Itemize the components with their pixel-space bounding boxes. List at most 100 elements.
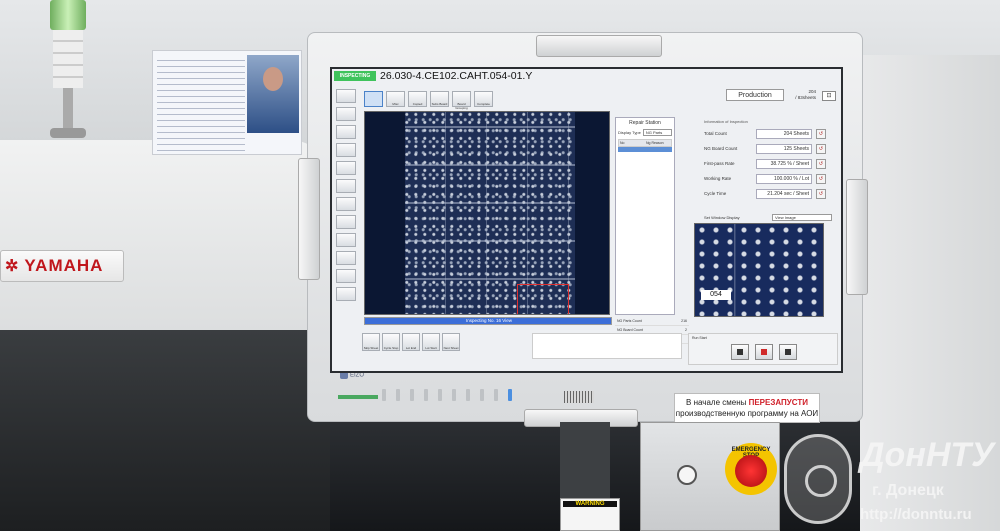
stat-value: 38.725 % / Sheet (756, 158, 812, 169)
top-tool-2[interactable]: Misc (386, 91, 405, 107)
lot-end-button[interactable]: Lot End (402, 333, 420, 351)
white-push-button[interactable] (677, 465, 697, 485)
control-panel-box: EMERGENCY STOP (640, 422, 780, 531)
stat-cycle-time: Cycle Time 21.204 sec / Sheet ↺ (704, 186, 834, 201)
green-lamp (50, 0, 86, 30)
watermark-city: г. Донецк (872, 482, 944, 499)
stats-title: Information of Inspection (704, 119, 748, 124)
info-value: 2 (685, 328, 687, 332)
display-type-row: Display Type NG Parts (616, 128, 674, 137)
ng-col-name: Ng Reason (646, 141, 664, 145)
tool-button-7[interactable] (336, 197, 356, 211)
tool-button-8[interactable] (336, 215, 356, 229)
reset-icon[interactable]: ↺ (816, 143, 826, 154)
stat-label: Cycle Time (704, 191, 727, 196)
bottom-button-bar: Skip Sheet Cycle Stop Lot End Lot Start … (362, 333, 460, 351)
reset-icon[interactable]: ↺ (816, 188, 826, 199)
ng-list-selected-row[interactable] (618, 147, 672, 152)
monitor-control-buttons[interactable] (382, 389, 512, 401)
tool-button-6[interactable] (336, 179, 356, 193)
poster-portrait-photo (247, 55, 299, 133)
monitor-button[interactable] (480, 389, 484, 401)
mode-indicator: Production (726, 89, 784, 101)
top-tool-6[interactable]: Complete (474, 91, 493, 107)
speaker-grill (564, 391, 594, 403)
wall-poster (152, 50, 302, 155)
info-value: 216 (681, 319, 687, 323)
abort-icon[interactable] (755, 344, 773, 360)
sheet-counter: 204 / 83sheets (786, 89, 816, 103)
tool-button-4[interactable] (336, 143, 356, 157)
stat-label: NG Board Count (704, 146, 738, 151)
tool-button-2[interactable] (336, 107, 356, 121)
top-tool-3[interactable]: Copied (408, 91, 427, 107)
pcb-image-view[interactable] (364, 111, 610, 315)
reset-icon[interactable]: ↺ (816, 128, 826, 139)
component-closeup-view[interactable]: 054 (694, 223, 824, 317)
top-tool-1[interactable] (364, 91, 383, 107)
repair-station-panel: Repair Station Display Type NG Parts No … (615, 117, 675, 315)
pause-icon[interactable] (779, 344, 797, 360)
info-row: NG Parts Count 216 (615, 317, 689, 326)
run-control-area: Run Start (688, 333, 838, 365)
stat-working-rate: Working Rate 100.000 % / Lot ↺ (704, 171, 834, 186)
emergency-stop-button[interactable] (735, 455, 767, 487)
repair-station-title: Repair Station (629, 120, 661, 126)
sheet-count-unit: / 83sheets (795, 95, 816, 100)
skip-sheet-button[interactable]: Skip Sheet (362, 333, 380, 351)
next-sheet-button[interactable]: Next Sheet (442, 333, 460, 351)
signal-tower-pole (63, 88, 73, 128)
reset-icon[interactable]: ↺ (816, 173, 826, 184)
machine-dark-panel (0, 330, 330, 531)
yamaha-tuning-fork-logo-icon: ✲ (5, 258, 19, 275)
display-type-label: Display Type (618, 130, 641, 135)
info-label: NG Parts Count (617, 319, 642, 323)
stat-value: 204 Sheets (756, 128, 812, 139)
monitor-handle-right (846, 179, 868, 295)
view-select[interactable]: View Image (772, 214, 832, 221)
stat-label: Total Count (704, 131, 727, 136)
top-tool-5[interactable]: Board Grouping (452, 91, 471, 110)
inspection-region-box (517, 284, 569, 314)
warning-heading: WARNING (563, 501, 617, 507)
lot-start-button[interactable]: Lot Start (422, 333, 440, 351)
stat-value: 125 Sheets (756, 143, 812, 154)
fullscreen-icon[interactable]: ⊡ (822, 91, 836, 101)
tool-button-10[interactable] (336, 251, 356, 265)
monitor-button[interactable] (452, 389, 456, 401)
cycle-stop-button[interactable]: Cycle Stop (382, 333, 400, 351)
monitor-button[interactable] (382, 389, 386, 401)
monitor-button[interactable] (494, 389, 498, 401)
progress-text: Inspecting No. 16 View (466, 318, 512, 323)
inspection-progress-bar: Inspecting No. 16 View (364, 317, 612, 325)
monitor-handle-left (298, 158, 320, 280)
poster-text-block (157, 55, 245, 151)
watermark-url: http://donntu.ru (860, 506, 972, 523)
tool-button-11[interactable] (336, 269, 356, 283)
monitor-handle-top (536, 35, 662, 57)
stat-total-count: Total Count 204 Sheets ↺ (704, 126, 834, 141)
run-area-label: Run Start (692, 336, 707, 340)
stat-ng-board-count: NG Board Count 125 Sheets ↺ (704, 141, 834, 156)
stop-icon[interactable] (731, 344, 749, 360)
tool-button-9[interactable] (336, 233, 356, 247)
component-label: 054 (701, 290, 731, 300)
tool-button-12[interactable] (336, 287, 356, 301)
reset-icon[interactable]: ↺ (816, 158, 826, 169)
tool-button-1[interactable] (336, 89, 356, 103)
signal-tower-light (50, 0, 86, 140)
monitor-button[interactable] (424, 389, 428, 401)
display-type-select[interactable]: NG Parts (642, 129, 672, 136)
monitor-button[interactable] (438, 389, 442, 401)
monitor-button[interactable] (396, 389, 400, 401)
stat-label: Working Rate (704, 176, 732, 181)
stat-first-pass-rate: First-pass Rate 38.725 % / Sheet ↺ (704, 156, 834, 171)
monitor-button[interactable] (410, 389, 414, 401)
signal-tower-base (50, 128, 86, 138)
power-led (338, 395, 378, 399)
tool-button-5[interactable] (336, 161, 356, 175)
tool-button-3[interactable] (336, 125, 356, 139)
monitor-power-button[interactable] (508, 389, 512, 401)
top-tool-4[interactable]: Subs Board (430, 91, 449, 107)
monitor-button[interactable] (466, 389, 470, 401)
